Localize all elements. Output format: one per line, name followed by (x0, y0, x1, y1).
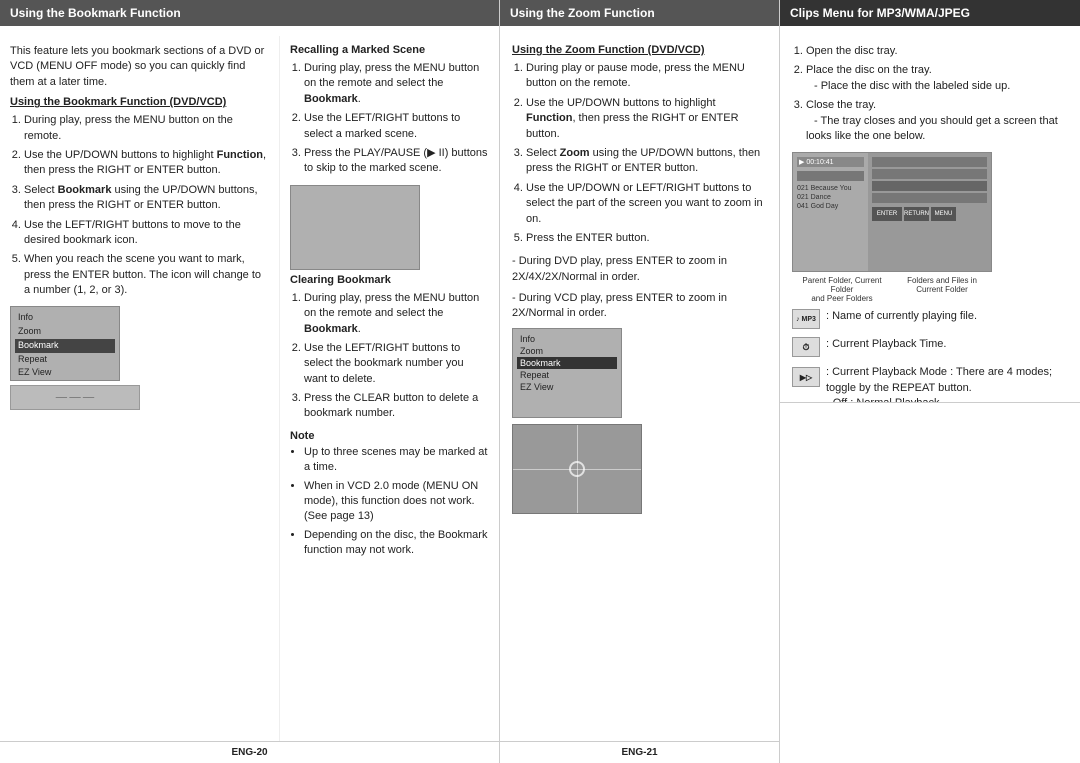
recall-step-2: Use the LEFT/RIGHT buttons to select a m… (304, 111, 489, 142)
clips-content: Open the disc tray. Place the disc on th… (780, 36, 1080, 402)
clips-caption: Parent Folder, Current Folderand Peer Fo… (792, 276, 992, 303)
icon-row-name: ♪ MP3 : Name of currently playing file. (792, 309, 1068, 329)
bookmark-steps-list: During play, press the MENU button on th… (24, 113, 269, 298)
zoom-step-4: Use the UP/DOWN or LEFT/RIGHT buttons to… (526, 181, 767, 227)
icon-desc-name: : Name of currently playing file. (826, 309, 977, 324)
clips-caption-right: Folders and Files inCurrent Folder (892, 276, 992, 303)
bookmark-step-2: Use the UP/DOWN buttons to highlight Fun… (24, 148, 269, 179)
bookmark-bar-screen: ── ── ── (10, 385, 140, 410)
zoom-dvdvcd-title: Using the Zoom Function (DVD/VCD) (512, 44, 767, 56)
left-footer: ENG-20 (0, 741, 499, 763)
main-page: Using the Bookmark Function This feature… (0, 0, 1080, 763)
clear-step-1: During play, press the MENU button on th… (304, 291, 489, 337)
menu-bookmark: Bookmark (15, 339, 115, 353)
mid-panel: Using the Zoom Function Using the Zoom F… (500, 0, 780, 763)
menu-zoom: Zoom (15, 325, 115, 339)
bookmark-side-col: Recalling a Marked Scene During play, pr… (279, 36, 499, 741)
zoom-step-5: Press the ENTER button. (526, 231, 767, 246)
recalling-screen (290, 185, 420, 270)
zoom-header: Using the Zoom Function (500, 0, 779, 26)
zoom-step-2: Use the UP/DOWN buttons to highlight Fun… (526, 96, 767, 142)
clips-step-3: Close the tray.- The tray closes and you… (806, 98, 1068, 144)
bookmark-step-1: During play, press the MENU button on th… (24, 113, 269, 144)
zoom-screens-row: Info Zoom Bookmark Repeat EZ View (512, 328, 767, 418)
note-2: When in VCD 2.0 mode (MENU ON mode), thi… (304, 479, 489, 525)
zoom-crosshair-screen (512, 424, 642, 514)
zoom-step-1: During play or pause mode, press the MEN… (526, 61, 767, 92)
bookmark-step-5: When you reach the scene you want to mar… (24, 252, 269, 298)
icon-row-mode: ▶▷ : Current Playback Mode : There are 4… (792, 365, 1068, 402)
mid-footer: ENG-21 (500, 741, 780, 763)
far-footer (780, 402, 1080, 763)
icon-desc-time: : Current Playback Time. (826, 337, 946, 352)
note-title: Note (290, 430, 489, 442)
bookmark-intro: This feature lets you bookmark sections … (10, 44, 269, 90)
zoom-note-dvd: - During DVD play, press ENTER to zoom i… (512, 254, 767, 285)
far-panel: Clips Menu for MP3/WMA/JPEG Open the dis… (780, 0, 1080, 763)
bookmark-dvdvcd-title: Using the Bookmark Function (DVD/VCD) (10, 96, 269, 108)
note-list: Up to three scenes may be marked at a ti… (304, 445, 489, 559)
bookmark-step-3: Select Bookmark using the UP/DOWN button… (24, 183, 269, 214)
zoom-step-3: Select Zoom using the UP/DOWN buttons, t… (526, 146, 767, 177)
note-3: Depending on the disc, the Bookmark func… (304, 528, 489, 559)
zoom-steps: During play or pause mode, press the MEN… (526, 61, 767, 246)
note-box: Note Up to three scenes may be marked at… (290, 430, 489, 559)
right-panels: Using the Zoom Function Using the Zoom F… (500, 0, 1080, 763)
bookmark-main-col: This feature lets you bookmark sections … (0, 36, 279, 741)
recalling-title: Recalling a Marked Scene (290, 44, 489, 56)
clips-header: Clips Menu for MP3/WMA/JPEG (780, 0, 1080, 26)
bookmark-header: Using the Bookmark Function (0, 0, 499, 26)
zoom-note-vcd: - During VCD play, press ENTER to zoom i… (512, 291, 767, 322)
icon-desc-mode: : Current Playback Mode : There are 4 mo… (826, 365, 1068, 402)
clips-main-screen: ▶ 00:10:41 021 Because You 021 Dance 041… (792, 152, 992, 272)
clearing-steps: During play, press the MENU button on th… (304, 291, 489, 422)
menu-repeat: Repeat (15, 353, 115, 367)
clearing-title: Clearing Bookmark (290, 274, 489, 286)
menu-info: Info (15, 311, 115, 325)
icon-time: ⏱ (792, 337, 820, 357)
clips-caption-left: Parent Folder, Current Folderand Peer Fo… (792, 276, 892, 303)
clear-step-3: Press the CLEAR button to delete a bookm… (304, 391, 489, 422)
note-1: Up to three scenes may be marked at a ti… (304, 445, 489, 476)
recalling-steps: During play, press the MENU button on th… (304, 61, 489, 177)
bookmark-menu-screen: Info Zoom Bookmark Repeat EZ View (10, 306, 120, 381)
zoom-content: Using the Zoom Function (DVD/VCD) During… (500, 36, 779, 741)
left-panel: Using the Bookmark Function This feature… (0, 0, 500, 763)
icon-row-time: ⏱ : Current Playback Time. (792, 337, 1068, 357)
clips-steps: Open the disc tray. Place the disc on th… (806, 44, 1068, 144)
zoom-menu-screen: Info Zoom Bookmark Repeat EZ View (512, 328, 622, 418)
bookmark-step-4: Use the LEFT/RIGHT buttons to move to th… (24, 218, 269, 249)
icon-mode: ▶▷ (792, 367, 820, 387)
clear-step-2: Use the LEFT/RIGHT buttons to select the… (304, 341, 489, 387)
menu-ezview: EZ View (15, 366, 115, 380)
clips-step-1: Open the disc tray. (806, 44, 1068, 59)
clips-step-2: Place the disc on the tray.- Place the d… (806, 63, 1068, 94)
icon-mp3-name: ♪ MP3 (792, 309, 820, 329)
clips-screen-area: ▶ 00:10:41 021 Because You 021 Dance 041… (792, 152, 1068, 303)
recall-step-1: During play, press the MENU button on th… (304, 61, 489, 107)
recall-step-3: Press the PLAY/PAUSE (▶ II) buttons to s… (304, 146, 489, 177)
